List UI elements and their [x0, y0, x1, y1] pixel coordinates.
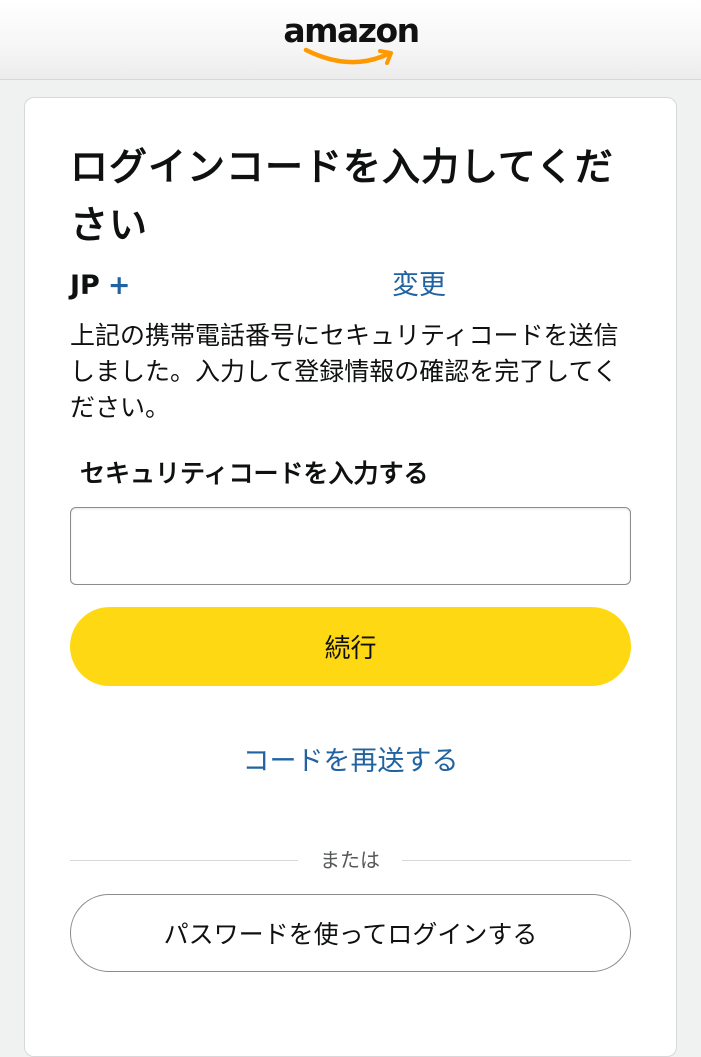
page-title: ログインコードを入力してください: [70, 145, 614, 247]
phone-number-display: JP +: [70, 266, 130, 306]
continue-button[interactable]: 続行: [70, 607, 631, 686]
resend-code-link[interactable]: コードを再送する: [70, 740, 631, 784]
header-bar: amazon: [0, 0, 701, 80]
password-login-button[interactable]: パスワードを使ってログインする: [70, 894, 631, 972]
security-code-input[interactable]: [70, 507, 631, 585]
divider-right: [402, 860, 631, 861]
instruction-text: 上記の携帯電話番号にセキュリティコードを送信しました。入力して登録情報の確認を完…: [70, 321, 619, 422]
change-phone-link[interactable]: 変更: [392, 266, 446, 306]
amazon-logo[interactable]: amazon: [280, 10, 422, 68]
phone-country-code: JP: [70, 270, 100, 301]
divider-or-text: または: [320, 848, 380, 872]
security-code-label: セキュリティコードを入力する: [80, 459, 429, 488]
phone-plus-sign: +: [107, 270, 131, 301]
divider-left: [70, 860, 298, 861]
smile-arrow-icon: [303, 47, 393, 65]
